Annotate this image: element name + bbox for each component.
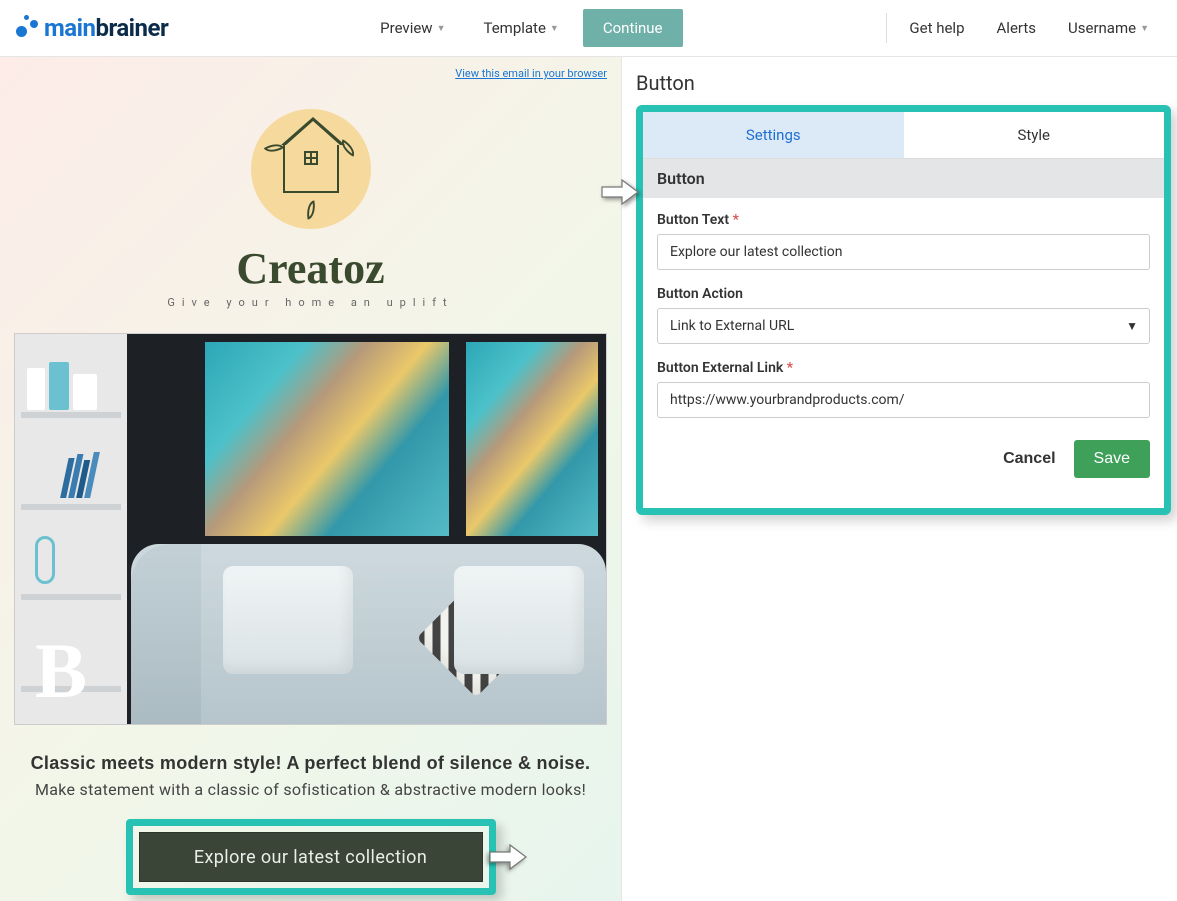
arrow-right-icon bbox=[600, 178, 640, 206]
alerts-label: Alerts bbox=[997, 19, 1037, 37]
logo-main: main bbox=[44, 14, 95, 42]
button-text-label: Button Text * bbox=[657, 212, 1150, 228]
nav-center: Preview ▼ Template ▼ Continue bbox=[168, 9, 880, 47]
nav-right: Get help Alerts Username ▼ bbox=[880, 10, 1165, 46]
email-copy: Classic meets modern style! A perfect bl… bbox=[0, 725, 621, 811]
hero-image: B bbox=[14, 333, 607, 725]
chevron-down-icon: ▼ bbox=[1140, 23, 1149, 34]
side-panel: Button Settings Style Button Button Text… bbox=[622, 57, 1177, 901]
form-actions: Cancel Save bbox=[657, 434, 1150, 494]
chevron-down-icon: ▼ bbox=[550, 23, 559, 34]
logo-dots-icon bbox=[10, 14, 38, 42]
brand-logo-icon bbox=[251, 109, 371, 229]
cta-button[interactable]: Explore our latest collection bbox=[139, 832, 483, 882]
button-action-label: Button Action bbox=[657, 286, 1150, 302]
app-logo[interactable]: mainbrainer bbox=[10, 14, 168, 42]
continue-button[interactable]: Continue bbox=[583, 9, 683, 47]
main: View this email in your browser Creatoz … bbox=[0, 57, 1177, 901]
brand-tagline: Give your home an uplift bbox=[0, 296, 621, 309]
view-in-browser-row: View this email in your browser bbox=[0, 65, 621, 85]
cta-highlight-box: Explore our latest collection bbox=[126, 819, 496, 895]
chevron-down-icon: ▼ bbox=[437, 23, 446, 34]
nav-template[interactable]: Template ▼ bbox=[469, 10, 572, 46]
save-button[interactable]: Save bbox=[1074, 440, 1150, 478]
username-menu[interactable]: Username ▼ bbox=[1052, 10, 1165, 46]
copy-headline: Classic meets modern style! A perfect bl… bbox=[18, 753, 603, 774]
alerts-link[interactable]: Alerts bbox=[981, 10, 1053, 46]
continue-label: Continue bbox=[603, 19, 663, 37]
form-body: Button Text * Button Action ▼ Button Ext… bbox=[643, 198, 1164, 508]
brand-name: Creatoz bbox=[0, 243, 621, 294]
button-text-input[interactable] bbox=[657, 234, 1150, 270]
panel-highlight-box: Settings Style Button Button Text * Butt… bbox=[636, 105, 1171, 515]
copy-subline: Make statement with a classic of sofisti… bbox=[18, 780, 603, 799]
nav-preview-label: Preview bbox=[380, 19, 432, 37]
top-nav: mainbrainer Preview ▼ Template ▼ Continu… bbox=[0, 0, 1177, 57]
logo-text: mainbrainer bbox=[44, 14, 168, 42]
nav-preview[interactable]: Preview ▼ bbox=[366, 10, 459, 46]
button-action-select[interactable]: ▼ bbox=[657, 308, 1150, 344]
view-in-browser-link[interactable]: View this email in your browser bbox=[455, 67, 607, 80]
nav-divider bbox=[886, 13, 887, 43]
required-indicator: * bbox=[787, 360, 793, 376]
tab-style[interactable]: Style bbox=[904, 112, 1165, 158]
panel-tabs: Settings Style bbox=[643, 112, 1164, 159]
get-help-label: Get help bbox=[909, 19, 964, 37]
arrow-left-icon bbox=[488, 843, 528, 871]
username-label: Username bbox=[1068, 19, 1136, 37]
external-link-label: Button External Link * bbox=[657, 360, 1150, 376]
email-preview-pane: View this email in your browser Creatoz … bbox=[0, 57, 622, 901]
tab-settings-label: Settings bbox=[746, 126, 801, 144]
panel-title: Button bbox=[636, 71, 1171, 95]
nav-template-label: Template bbox=[483, 19, 545, 37]
required-indicator: * bbox=[733, 212, 739, 228]
button-action-value[interactable] bbox=[657, 308, 1150, 344]
tab-style-label: Style bbox=[1017, 126, 1050, 144]
external-link-input[interactable] bbox=[657, 382, 1150, 418]
section-header: Button bbox=[643, 159, 1164, 198]
get-help-link[interactable]: Get help bbox=[893, 10, 980, 46]
tab-settings[interactable]: Settings bbox=[643, 112, 904, 158]
brand-block: Creatoz Give your home an uplift bbox=[0, 85, 621, 319]
logo-brain: brainer bbox=[95, 14, 168, 42]
cancel-button[interactable]: Cancel bbox=[1003, 450, 1055, 468]
